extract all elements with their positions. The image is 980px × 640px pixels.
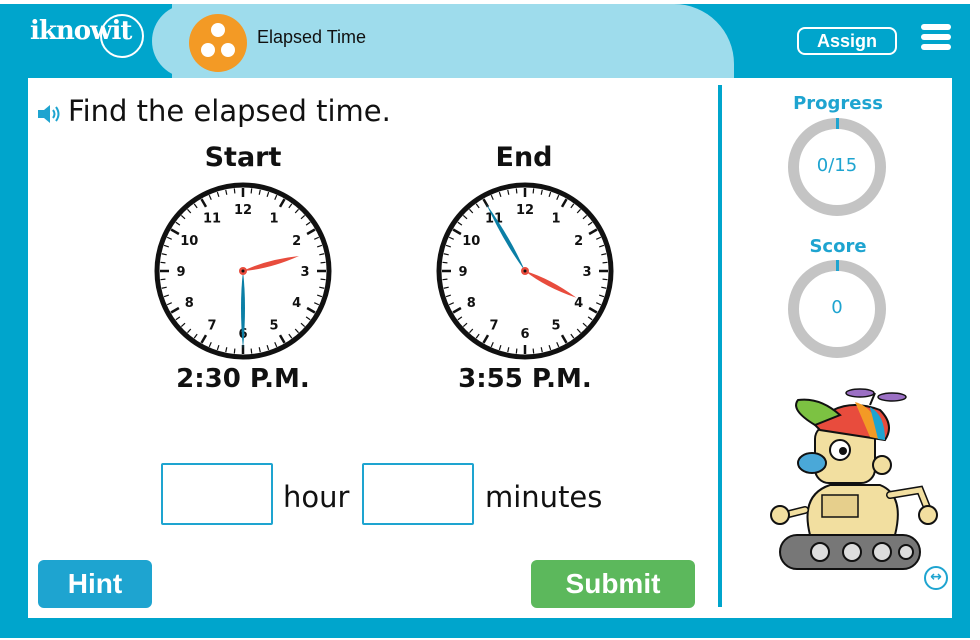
tick-mark [250,348,253,354]
hint-button[interactable]: Hint [38,560,152,608]
end-clock: 121234567891011 [436,182,614,360]
speaker-icon[interactable] [36,103,64,125]
clock-number: 9 [458,265,467,280]
minutes-unit-label: minutes [485,480,603,514]
tick-mark [515,188,518,194]
clock-number: 10 [180,234,198,249]
score-value: 0 [831,297,843,318]
clock-number: 1 [269,211,278,226]
clock-number: 2 [292,234,301,249]
score-marker [835,260,839,271]
clock-number: 3 [582,265,591,280]
panel-divider [718,85,722,607]
start-clock: 121234567891011 [154,182,332,360]
start-label: Start [204,142,282,173]
hour-input[interactable] [161,463,273,525]
tick-mark [160,278,166,281]
clock-pivot [523,269,527,273]
clock-number: 4 [574,296,583,311]
question-text: Find the elapsed time. [68,94,391,128]
clock-number: 1 [551,211,560,226]
clock-number: 5 [269,319,278,334]
topic-title: Elapsed Time [257,27,367,47]
lightbulb-icon [100,14,144,58]
clock-number: 4 [292,296,301,311]
clock-number: 10 [462,234,480,249]
tick-mark [602,278,608,281]
tick-mark [160,261,166,264]
progress-value: 0/15 [816,155,858,176]
clock-number: 7 [207,319,216,334]
robot-mascot [770,388,938,570]
clock-number: 12 [516,203,534,218]
clock-number: 6 [520,327,529,342]
hamburger-menu-icon[interactable] [921,24,951,52]
score-ring: 0 [788,260,886,358]
clock-number: 9 [176,265,185,280]
tick-mark [532,348,535,354]
clock-number: 7 [489,319,498,334]
tick-mark [442,261,448,264]
clock-number: 8 [467,296,476,311]
start-time: 2:30 P.M. [176,364,310,394]
minutes-input[interactable] [362,463,474,525]
swap-arrows-icon[interactable]: ↔ [924,566,948,590]
score-label: Score [809,236,867,257]
clock-number: 5 [551,319,560,334]
tick-mark [442,278,448,281]
tick-mark [320,278,326,281]
end-label: End [495,142,553,173]
clock-number: 12 [234,203,252,218]
progress-marker [835,118,839,129]
tick-mark [250,188,253,194]
tick-mark [320,261,326,264]
three-dots-icon [189,14,247,72]
end-time: 3:55 P.M. [458,364,592,394]
clock-pivot [241,269,245,273]
tick-mark [532,188,535,194]
clock-number: 11 [203,211,221,226]
hour-unit-label: hour [283,480,350,514]
clock-number: 8 [185,296,194,311]
assign-button[interactable]: Assign [797,27,897,55]
tick-mark [233,348,236,354]
clock-number: 3 [300,265,309,280]
progress-label: Progress [793,93,883,114]
tick-mark [602,261,608,264]
progress-ring: 0/15 [788,118,886,216]
tick-mark [233,188,236,194]
tick-mark [515,348,518,354]
clock-number: 2 [574,234,583,249]
submit-button[interactable]: Submit [531,560,695,608]
